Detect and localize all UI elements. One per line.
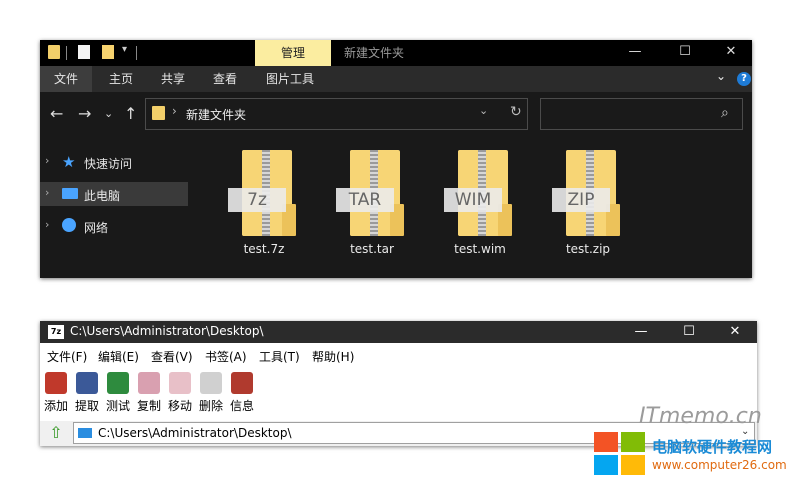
new-folder-icon[interactable] (102, 45, 114, 59)
window-title: C:\Users\Administrator\Desktop\ (70, 324, 264, 338)
path-text[interactable]: C:\Users\Administrator\Desktop\ (98, 426, 292, 440)
file-type-badge: 7z (228, 188, 286, 212)
network-icon (62, 218, 76, 232)
navigation-pane: › ★ 快速访问 › 此电脑 › 网络 (40, 150, 190, 246)
move-button[interactable]: 移动 (166, 369, 194, 415)
sidebar-item-label: 网络 (84, 221, 109, 235)
add-button[interactable]: 添加 (42, 369, 70, 415)
menu-view[interactable]: 查看(V) (151, 348, 193, 365)
sidebar-item-this-pc[interactable]: › 此电脑 (40, 182, 188, 206)
info-icon (231, 372, 253, 394)
archive-icon: TAR (336, 150, 404, 236)
copy-button[interactable]: 复制 (135, 369, 163, 415)
extract-button[interactable]: 提取 (73, 369, 101, 415)
search-input[interactable]: ⌕ (540, 98, 743, 130)
info-button[interactable]: 信息 (228, 369, 256, 415)
title-bar: ▾ 管理 新建文件夹 — ☐ ✕ (40, 40, 752, 66)
chevron-down-icon[interactable]: ⌄ (479, 104, 488, 117)
minimize-button[interactable]: — (612, 40, 658, 66)
archive-icon: WIM (444, 150, 512, 236)
file-item[interactable]: TAR test.tar (320, 148, 424, 264)
tab-file[interactable]: 文件 (40, 66, 92, 92)
tool-label: 信息 (229, 399, 254, 413)
star-icon: ★ (62, 153, 76, 171)
file-item[interactable]: 7z test.7z (212, 148, 316, 264)
file-item[interactable]: WIM test.wim (428, 148, 532, 264)
menu-file[interactable]: 文件(F) (47, 348, 87, 365)
tab-view[interactable]: 查看 (202, 66, 248, 92)
maximize-button[interactable]: ☐ (662, 40, 708, 66)
copy-icon (138, 372, 160, 394)
menu-help[interactable]: 帮助(H) (312, 348, 354, 365)
breadcrumb-separator: › (172, 104, 177, 118)
move-icon (169, 372, 191, 394)
menu-bookmarks[interactable]: 书签(A) (205, 348, 247, 365)
drive-icon (78, 428, 92, 438)
file-type-badge: WIM (444, 188, 502, 212)
expand-icon[interactable]: › (45, 218, 49, 231)
archive-icon: ZIP (552, 150, 620, 236)
help-icon[interactable]: ? (737, 72, 751, 86)
expand-icon[interactable]: › (45, 154, 49, 167)
sidebar-item-network[interactable]: › 网络 (40, 214, 188, 238)
file-name: test.wim (454, 242, 506, 256)
sevenzip-logo-icon: 7z (48, 325, 64, 339)
refresh-icon[interactable]: ↻ (510, 104, 522, 120)
file-type-badge: TAR (336, 188, 394, 212)
window-title: 新建文件夹 (344, 46, 405, 60)
file-name: test.zip (565, 242, 611, 256)
search-icon[interactable]: ⌕ (721, 105, 729, 121)
folder-icon (152, 106, 165, 120)
watermark-brand: ITmemo.cn (639, 404, 762, 429)
address-bar[interactable]: › 新建文件夹 ⌄ ↻ (145, 98, 528, 130)
delete-button[interactable]: 删除 (197, 369, 225, 415)
ribbon-tabs: 文件 主页 共享 查看 图片工具 ⌄ ? (40, 66, 752, 92)
quick-access-dropdown-icon[interactable]: ▾ (122, 44, 127, 60)
maximize-button[interactable]: ☐ (666, 321, 712, 343)
tab-share[interactable]: 共享 (150, 66, 196, 92)
tab-home[interactable]: 主页 (98, 66, 144, 92)
close-button[interactable]: ✕ (712, 321, 757, 343)
file-name: test.7z (243, 242, 285, 256)
watermark-site-name: 电脑软硬件教程网 (652, 438, 773, 456)
archive-icon: 7z (228, 150, 296, 236)
folder-icon (48, 45, 60, 59)
manage-context-tab[interactable]: 管理 (255, 40, 331, 66)
tab-picture-tools[interactable]: 图片工具 (258, 66, 322, 92)
folder-up-icon[interactable]: ⇧ (46, 423, 66, 443)
menu-tools[interactable]: 工具(T) (259, 348, 300, 365)
sidebar-item-label: 此电脑 (84, 189, 121, 203)
separator (136, 46, 137, 60)
file-item[interactable]: ZIP test.zip (536, 148, 640, 264)
expand-icon[interactable]: › (45, 186, 49, 199)
extract-icon (76, 372, 98, 394)
menu-edit[interactable]: 编辑(E) (98, 348, 139, 365)
watermark-url: www.computer26.com (652, 458, 787, 472)
sidebar-item-quick-access[interactable]: › ★ 快速访问 (40, 150, 188, 174)
forward-arrow-icon[interactable]: → (78, 104, 91, 123)
delete-icon (200, 372, 222, 394)
minimize-button[interactable]: — (618, 321, 664, 343)
explorer-window: ▾ 管理 新建文件夹 — ☐ ✕ 文件 主页 共享 查看 图片工具 ⌄ ? ← … (40, 40, 752, 278)
add-icon (45, 372, 67, 394)
sidebar-item-label: 快速访问 (84, 157, 133, 171)
breadcrumb[interactable]: 新建文件夹 (186, 106, 246, 123)
file-name: test.tar (350, 242, 394, 256)
up-arrow-icon[interactable]: ↑ (124, 104, 137, 123)
separator (66, 46, 67, 60)
close-button[interactable]: ✕ (708, 40, 752, 66)
recent-locations-icon[interactable]: ⌄ (104, 107, 113, 120)
file-type-badge: ZIP (552, 188, 610, 212)
test-button[interactable]: 测试 (104, 369, 132, 415)
test-icon (107, 372, 129, 394)
title-bar: 7z C:\Users\Administrator\Desktop\ — ☐ ✕ (40, 321, 757, 343)
computer-icon (62, 188, 78, 199)
back-arrow-icon[interactable]: ← (50, 104, 63, 123)
windows-logo-icon (594, 432, 646, 476)
chevron-down-icon[interactable]: ⌄ (716, 69, 726, 83)
properties-icon[interactable] (78, 45, 90, 59)
